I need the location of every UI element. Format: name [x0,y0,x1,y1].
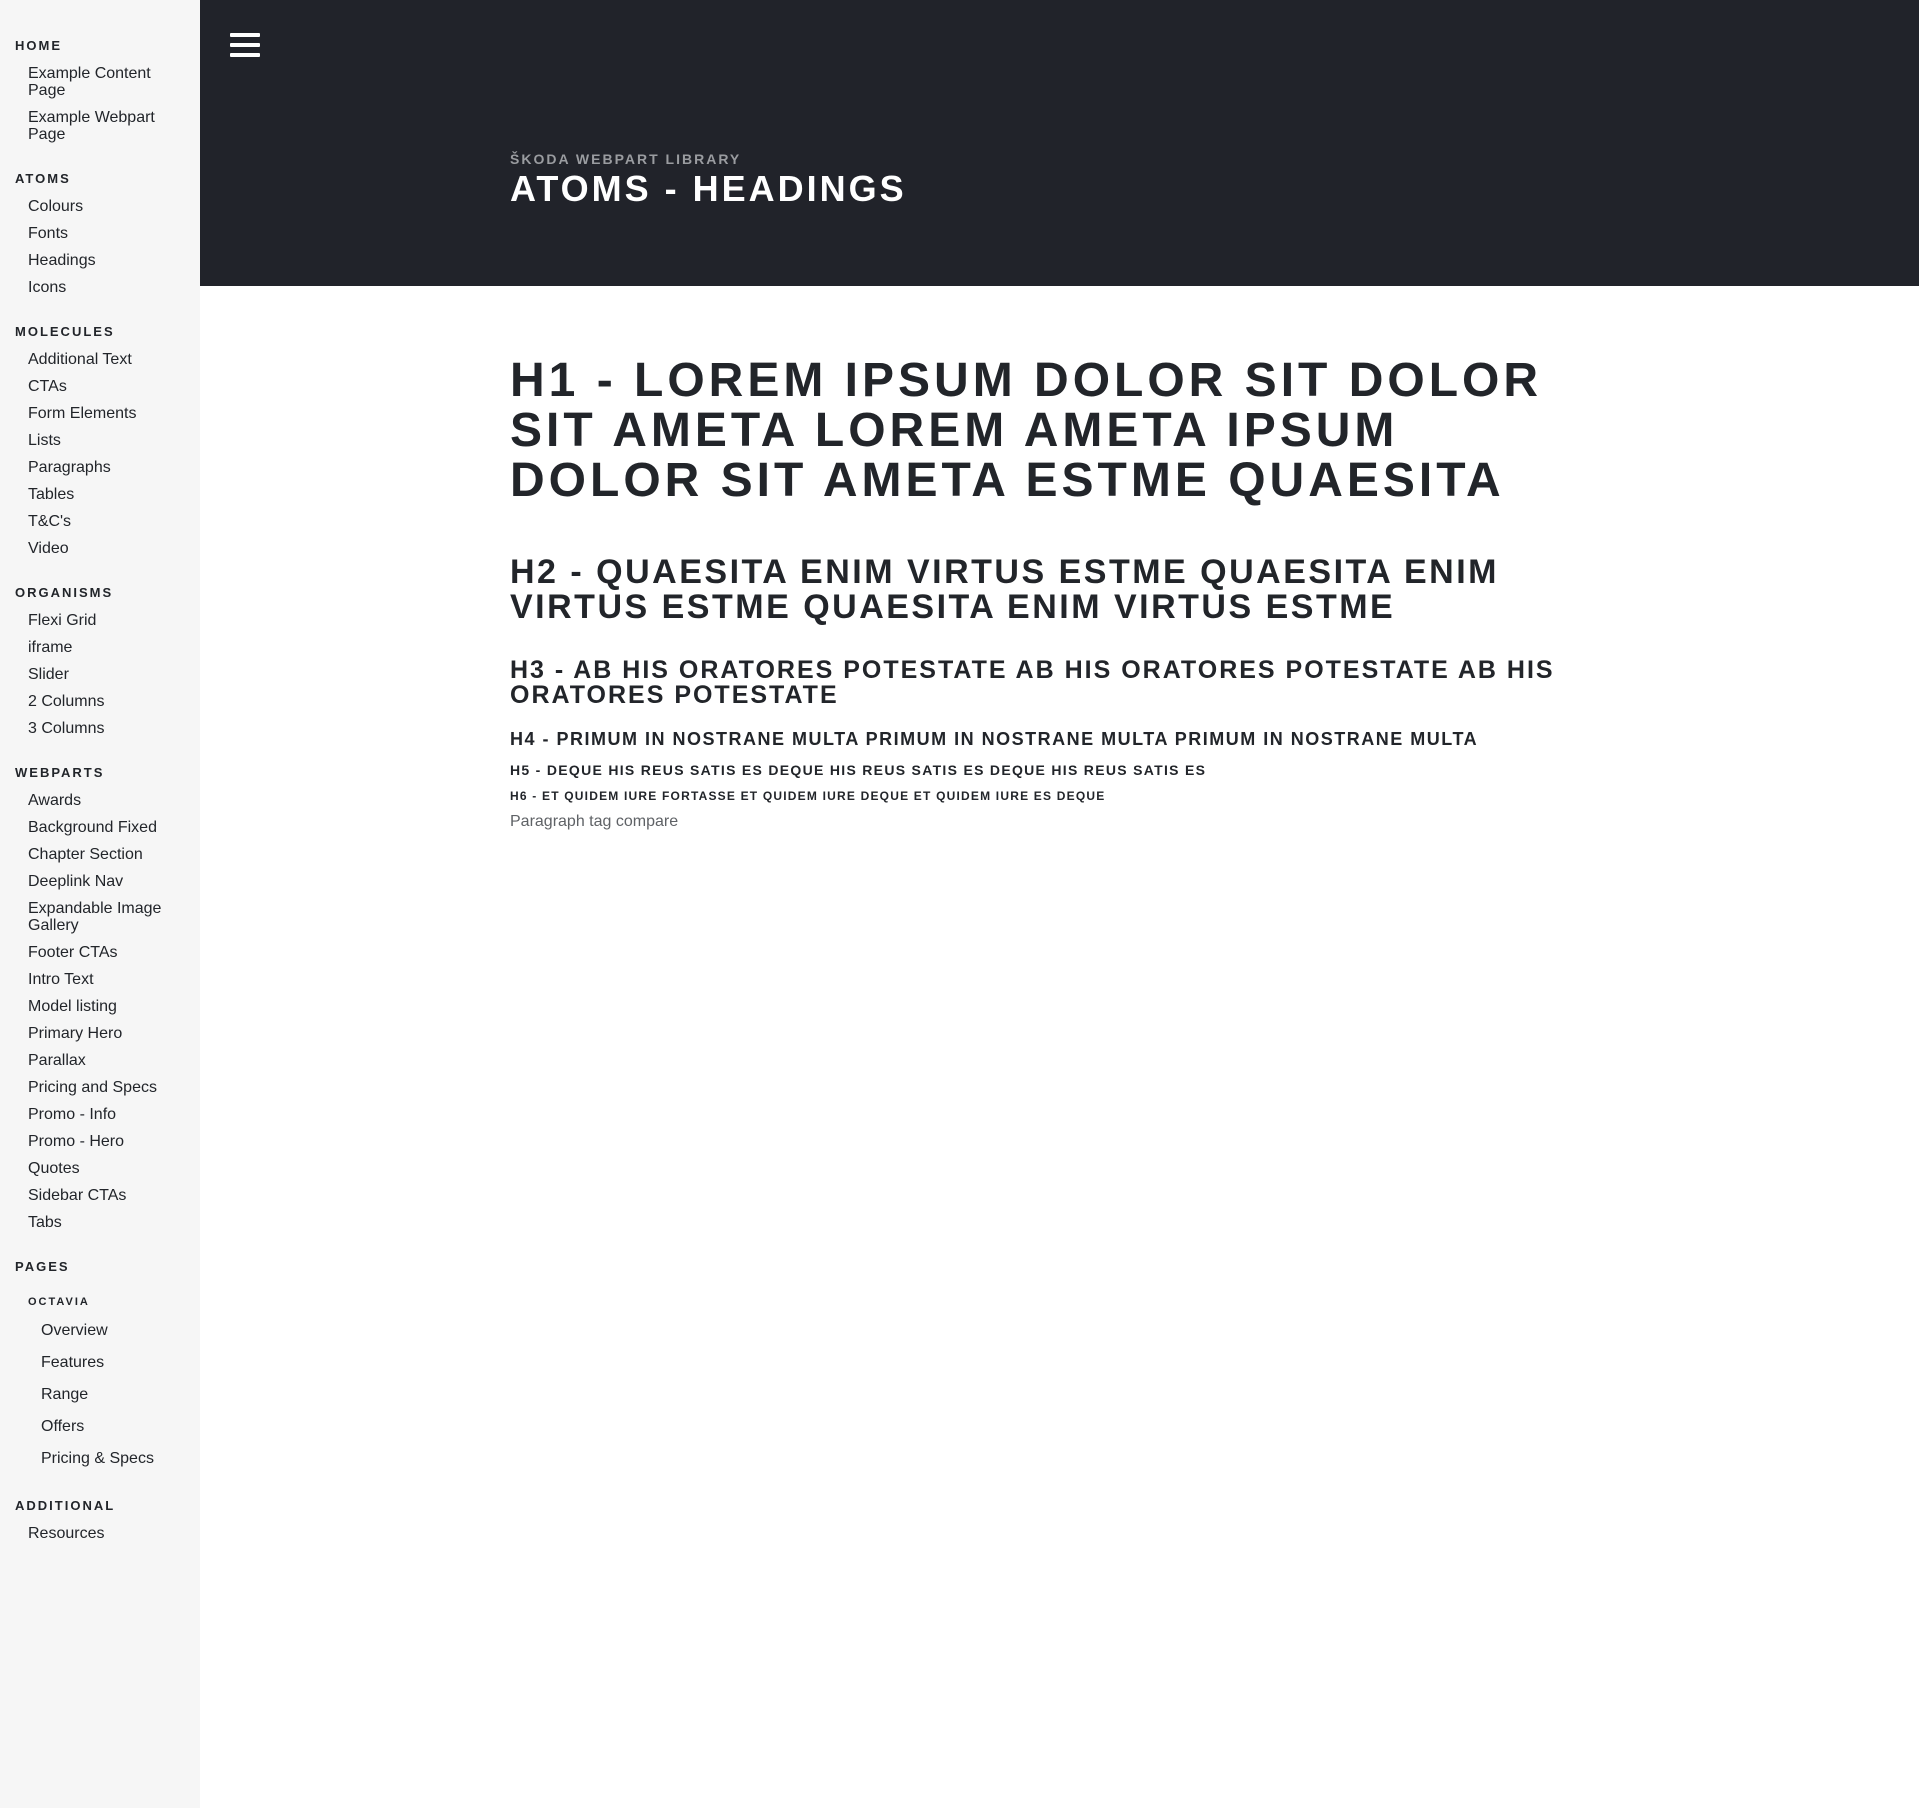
nav-group-additional: Additional Resources [0,1498,200,1547]
sidebar-subitem-range[interactable]: Range [0,1379,200,1411]
page-header: Škoda Webpart Library Atoms - Headings [200,0,1919,286]
sidebar-item-example-content-page[interactable]: Example Content Page [0,60,200,104]
sidebar-item-expandable-image-gallery[interactable]: Expandable Image Gallery [0,895,200,939]
heading-h3-sample: H3 - Ab his oratores potestate ab his or… [510,656,1555,709]
sidebar-item-fonts[interactable]: Fonts [0,220,200,247]
sidebar-item-chapter-section[interactable]: Chapter Section [0,841,200,868]
sidebar-item-resources[interactable]: Resources [0,1520,200,1547]
heading-h4-sample: H4 - Primum in nostrane multa primum in … [510,729,1479,749]
sidebar-item-tandc-s[interactable]: T&C's [0,508,200,535]
sidebar-item-colours[interactable]: Colours [0,193,200,220]
sidebar-item-headings[interactable]: Headings [0,247,200,274]
nav-group-home: Home Example Content Page Example Webpart … [0,38,200,148]
nav-group-molecules: Molecules Additional Text CTAs Form Element… [0,324,200,562]
nav-group-atoms: Atoms Colours Fonts Headings Icons [0,171,200,301]
nav-list: Awards Background Fixed Chapter Section Dee… [0,787,200,1236]
paragraph-sample: Paragraph tag compare [510,813,679,830]
sidebar-item-lists[interactable]: Lists [0,427,200,454]
sidebar-item-paragraphs[interactable]: Paragraphs [0,454,200,481]
sidebar-item-form-elements[interactable]: Form Elements [0,400,200,427]
heading-h2-sample: H2 - Quaesita enim virtus estme quaesita… [510,553,1499,626]
sidebar-item-additional-text[interactable]: Additional Text [0,346,200,373]
nav-heading-molecules[interactable]: Molecules [0,324,200,340]
sidebar-item-sidebar-ctas[interactable]: Sidebar CTAs [0,1182,200,1209]
heading-h5-sample: H5 - Deque his reus satis es deque his r… [510,762,1207,778]
sidebar-item-icons[interactable]: Icons [0,274,200,301]
sidebar-item-tables[interactable]: Tables [0,481,200,508]
headings-showcase: H1 - Lorem ipsum dolor sit dolor sit ame… [510,356,1590,831]
nav-heading-atoms[interactable]: Atoms [0,171,200,187]
sidebar-item-primary-hero[interactable]: Primary Hero [0,1020,200,1047]
sidebar-item-slider[interactable]: Slider [0,661,200,688]
nav-list: Colours Fonts Headings Icons [0,193,200,301]
sidebar-item-awards[interactable]: Awards [0,787,200,814]
library-eyebrow: Škoda Webpart Library [510,151,742,167]
nav-heading-additional[interactable]: Additional [0,1498,200,1514]
nav-list: Additional Text CTAs Form Elements Lists Par… [0,346,200,562]
sidebar-item-background-fixed[interactable]: Background Fixed [0,814,200,841]
sidebar-subitem-pricing-and-specs[interactable]: Pricing & Specs [0,1443,200,1475]
sidebar-subitem-offers[interactable]: Offers [0,1411,200,1443]
nav-heading-webparts[interactable]: Webparts [0,765,200,781]
sidebar-item-tabs[interactable]: Tabs [0,1209,200,1236]
nav-list: Flexi Grid iframe Slider 2 Columns 3 Columns [0,607,200,742]
sidebar-item-quotes[interactable]: Quotes [0,1155,200,1182]
nav-root: Home Example Content Page Example Webpart … [0,0,200,1547]
sidebar-subitem-overview[interactable]: Overview [0,1315,200,1347]
sidebar-item-iframe[interactable]: iframe [0,634,200,661]
sidebar-item-footer-ctas[interactable]: Footer CTAs [0,939,200,966]
heading-h6-sample: H6 - et quidem iure fortasse et quidem i… [510,789,1106,803]
nav-group-organisms: Organisms Flexi Grid iframe Slider 2 Columns… [0,585,200,742]
sidebar-item-promo-info[interactable]: Promo - Info [0,1101,200,1128]
sidebar-item-pricing-and-specs[interactable]: Pricing and Specs [0,1074,200,1101]
nav-list: Resources [0,1520,200,1547]
sidebar-item-deeplink-nav[interactable]: Deeplink Nav [0,868,200,895]
page-title: Atoms - Headings [510,168,907,209]
sidebar-item-intro-text[interactable]: Intro Text [0,966,200,993]
nav-heading-organisms[interactable]: Organisms [0,585,200,601]
sidebar-item-ctas[interactable]: CTAs [0,373,200,400]
nav-heading-pages[interactable]: Pages [0,1259,200,1275]
nav-group-webparts: Webparts Awards Background Fixed Chapter Se… [0,765,200,1236]
nav-sub-list: Overview Features Range Offers Pricing & Spe… [0,1315,200,1475]
nav-group-pages: Pages Octavia Overview Features Range Offers P… [0,1259,200,1475]
sidebar-nav: Home Example Content Page Example Webpart … [0,0,200,1808]
sidebar-item-video[interactable]: Video [0,535,200,562]
nav-list: Example Content Page Example Webpart Page [0,60,200,148]
sidebar-item-model-listing[interactable]: Model listing [0,993,200,1020]
sidebar-item-3-columns[interactable]: 3 Columns [0,715,200,742]
sidebar-item-example-webpart-page[interactable]: Example Webpart Page [0,104,200,148]
sidebar-item-2-columns[interactable]: 2 Columns [0,688,200,715]
sidebar-item-flexi-grid[interactable]: Flexi Grid [0,607,200,634]
sidebar-item-promo-hero[interactable]: Promo - Hero [0,1128,200,1155]
sidebar-item-parallax[interactable]: Parallax [0,1047,200,1074]
nav-heading-home[interactable]: Home [0,38,200,54]
hamburger-menu-icon[interactable] [230,33,260,59]
nav-subheading-octavia[interactable]: Octavia [0,1295,200,1309]
sidebar-subitem-features[interactable]: Features [0,1347,200,1379]
heading-h1-sample: H1 - Lorem ipsum dolor sit dolor sit ame… [510,354,1543,507]
